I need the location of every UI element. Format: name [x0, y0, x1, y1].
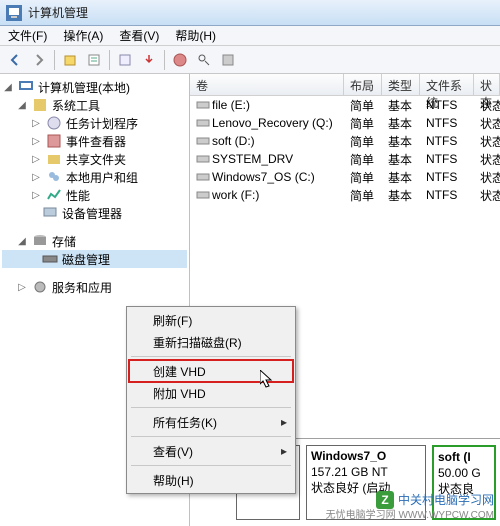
- tree-item[interactable]: ▷本地用户和组: [2, 168, 187, 186]
- back-button[interactable]: [4, 49, 26, 71]
- menu-help[interactable]: 帮助(H): [175, 27, 216, 44]
- refresh-button[interactable]: [114, 49, 136, 71]
- menu-view[interactable]: 查看(V): [119, 27, 159, 44]
- menu-separator: [131, 407, 291, 408]
- menu-separator: [131, 465, 291, 466]
- col-fs[interactable]: 文件系统: [420, 74, 474, 95]
- volume-row[interactable]: file (E:)简单基本NTFS状态良: [190, 96, 500, 114]
- volume-row[interactable]: Windows7_OS (C:)简单基本NTFS状态良: [190, 168, 500, 186]
- services-icon: [32, 279, 48, 295]
- tools-icon: [32, 97, 48, 113]
- tree-item[interactable]: ▷任务计划程序: [2, 114, 187, 132]
- event-icon: [46, 133, 62, 149]
- drive-icon: [196, 188, 210, 202]
- export-button[interactable]: [138, 49, 160, 71]
- tree-storage[interactable]: ◢存储: [2, 232, 187, 250]
- separator: [109, 50, 110, 70]
- menu-help[interactable]: 帮助(H): [129, 469, 293, 491]
- task-icon: [46, 115, 62, 131]
- help-button[interactable]: [169, 49, 191, 71]
- app-icon: [6, 5, 22, 21]
- forward-button[interactable]: [28, 49, 50, 71]
- drive-icon: [196, 134, 210, 148]
- tree-root[interactable]: ◢计算机管理(本地): [2, 78, 187, 96]
- col-type[interactable]: 类型: [382, 74, 420, 95]
- tree-item[interactable]: 设备管理器: [2, 204, 187, 222]
- separator: [164, 50, 165, 70]
- tree-item[interactable]: ▷事件查看器: [2, 132, 187, 150]
- menu-separator: [131, 356, 291, 357]
- titlebar: 计算机管理: [0, 0, 500, 26]
- volume-list-header: 卷 布局 类型 文件系统 状态: [190, 74, 500, 96]
- col-volume[interactable]: 卷: [190, 74, 344, 95]
- toolbar: [0, 46, 500, 74]
- storage-icon: [32, 233, 48, 249]
- watermark: Z中关村电脑学习网 无忧电脑学习网 WWW.WYPCW.COM: [326, 491, 494, 522]
- context-menu: 刷新(F) 重新扫描磁盘(R) 创建 VHD 附加 VHD 所有任务(K) 查看…: [126, 306, 296, 494]
- users-icon: [46, 169, 62, 185]
- menu-all-tasks[interactable]: 所有任务(K): [129, 411, 293, 433]
- menu-action[interactable]: 操作(A): [63, 27, 103, 44]
- separator: [54, 50, 55, 70]
- volume-row[interactable]: work (F:)简单基本NTFS状态良: [190, 186, 500, 204]
- option-button[interactable]: [217, 49, 239, 71]
- menu-view[interactable]: 查看(V): [129, 440, 293, 462]
- volume-row[interactable]: soft (D:)简单基本NTFS状态良: [190, 132, 500, 150]
- col-status[interactable]: 状态: [474, 74, 500, 95]
- tree-item[interactable]: ▷共享文件夹: [2, 150, 187, 168]
- up-button[interactable]: [59, 49, 81, 71]
- tree-diskmgmt[interactable]: 磁盘管理: [2, 250, 187, 268]
- device-icon: [42, 205, 58, 221]
- volume-row[interactable]: Lenovo_Recovery (Q:)简单基本NTFS状态良: [190, 114, 500, 132]
- tree-item[interactable]: ▷性能: [2, 186, 187, 204]
- drive-icon: [196, 116, 210, 130]
- cursor-icon: [260, 370, 276, 390]
- window-title: 计算机管理: [28, 4, 88, 21]
- share-icon: [46, 151, 62, 167]
- drive-icon: [196, 98, 210, 112]
- menu-refresh[interactable]: 刷新(F): [129, 309, 293, 331]
- disk-icon: [42, 251, 58, 267]
- menu-file[interactable]: 文件(F): [8, 27, 47, 44]
- settings-button[interactable]: [193, 49, 215, 71]
- perf-icon: [46, 187, 62, 203]
- drive-icon: [196, 152, 210, 166]
- computer-icon: [18, 79, 34, 95]
- tree-services[interactable]: ▷服务和应用: [2, 278, 187, 296]
- logo-icon: Z: [376, 491, 394, 509]
- menu-separator: [131, 436, 291, 437]
- properties-button[interactable]: [83, 49, 105, 71]
- tree-systools[interactable]: ◢系统工具: [2, 96, 187, 114]
- col-layout[interactable]: 布局: [344, 74, 382, 95]
- menu-rescan[interactable]: 重新扫描磁盘(R): [129, 331, 293, 353]
- drive-icon: [196, 170, 210, 184]
- menubar: 文件(F) 操作(A) 查看(V) 帮助(H): [0, 26, 500, 46]
- volume-row[interactable]: SYSTEM_DRV简单基本NTFS状态良: [190, 150, 500, 168]
